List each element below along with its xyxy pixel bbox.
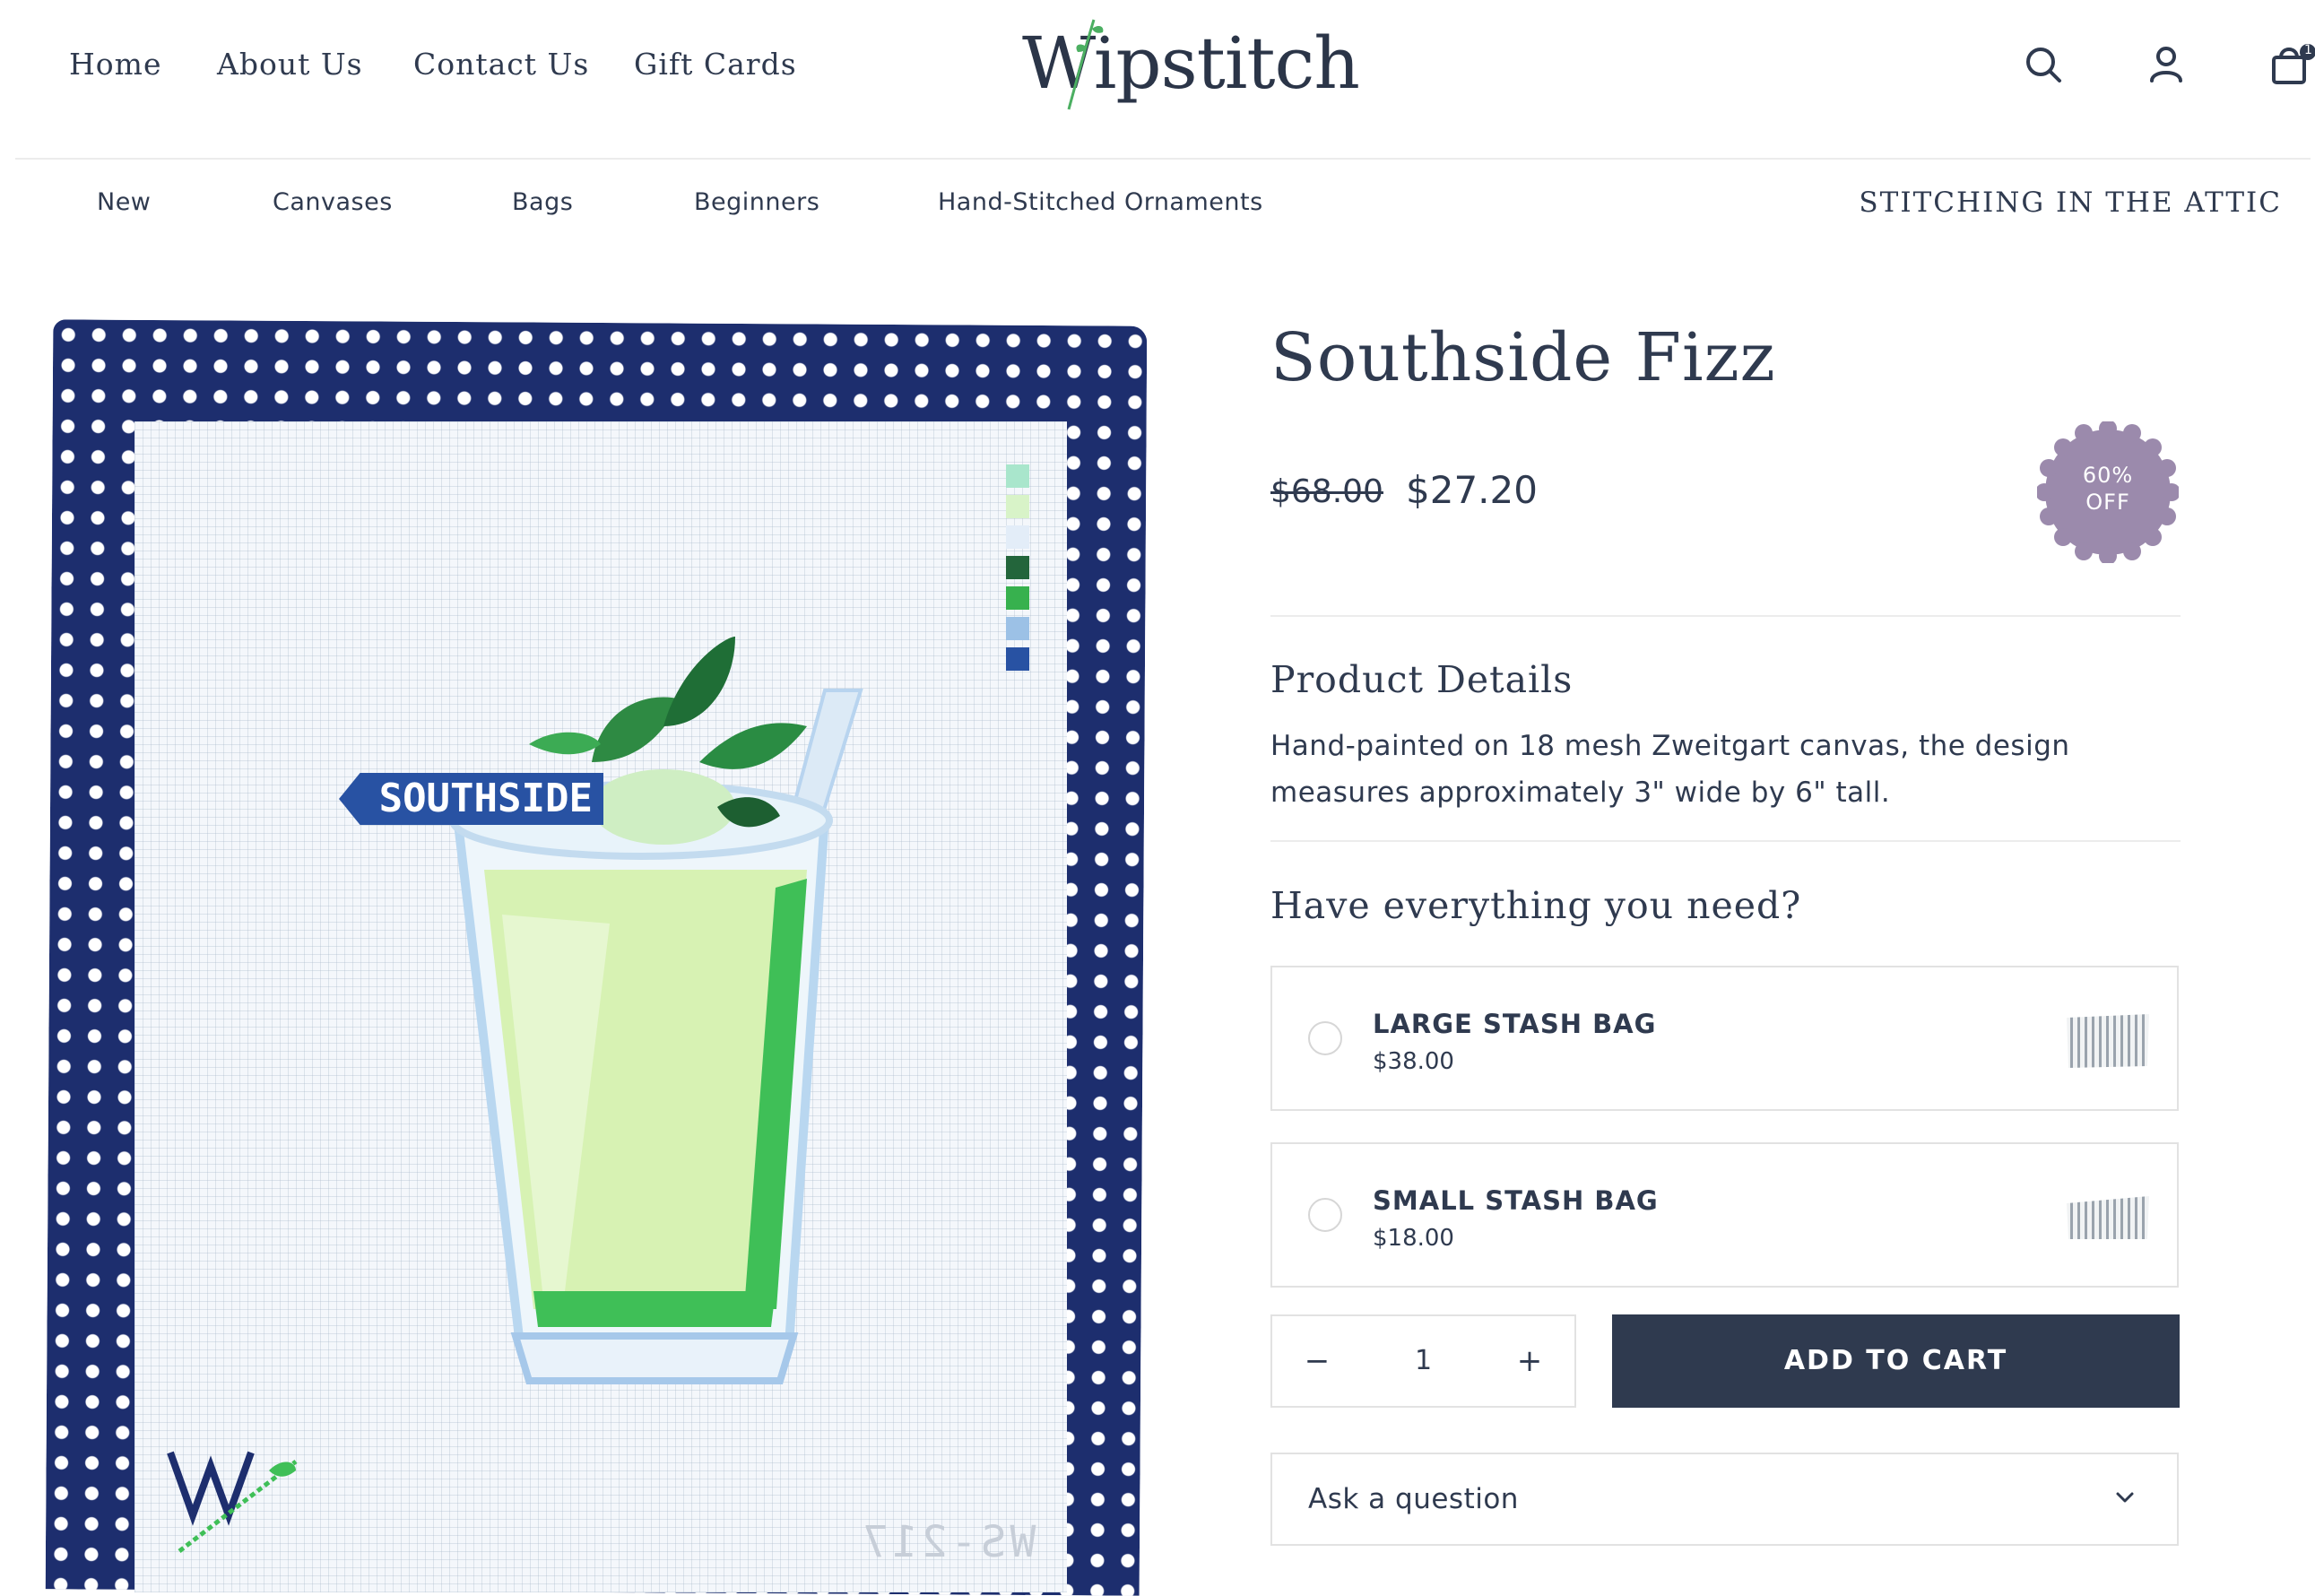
ws-monogram-icon	[167, 1451, 298, 1553]
large-stash-bag-thumbnail	[2067, 1014, 2149, 1068]
cart-count: 1	[2304, 43, 2312, 57]
quantity-increase-button[interactable]: +	[1485, 1316, 1574, 1406]
discount-off: OFF	[2085, 490, 2130, 515]
subnav-beginners[interactable]: Beginners	[694, 188, 819, 216]
discount-percent: 60%	[2082, 463, 2134, 488]
stitching-in-the-attic-link[interactable]: STITCHING IN THE ATTIC	[1859, 186, 2282, 219]
addon-radio[interactable]	[1308, 1021, 1342, 1055]
quantity-stepper: − 1 +	[1270, 1314, 1576, 1408]
divider	[1270, 840, 2181, 842]
color-key	[1006, 464, 1029, 671]
subnav-bags[interactable]: Bags	[512, 188, 573, 216]
subnav-canvases[interactable]: Canvases	[273, 188, 393, 216]
chevron-down-icon	[2116, 1492, 2134, 1503]
search-icon[interactable]	[2022, 43, 2065, 86]
nav-home[interactable]: Home	[69, 47, 161, 82]
small-stash-bag-thumbnail	[2067, 1196, 2149, 1239]
addon-price: $38.00	[1373, 1048, 1454, 1075]
divider	[1270, 615, 2181, 617]
addon-large-stash-bag[interactable]: LARGE STASH BAG $38.00	[1270, 966, 2179, 1111]
cocktail-illustration	[449, 637, 863, 1384]
quantity-input[interactable]: 1	[1362, 1316, 1485, 1406]
ask-a-question-label: Ask a question	[1308, 1483, 1519, 1515]
sale-price: $27.20	[1406, 468, 1538, 512]
account-icon[interactable]	[2145, 43, 2188, 86]
logo-sprig-icon	[1067, 19, 1104, 110]
southside-flag: SOUTHSIDE	[339, 773, 603, 825]
addon-small-stash-bag[interactable]: SMALL STASH BAG $18.00	[1270, 1142, 2179, 1288]
nav-contact-us[interactable]: Contact Us	[413, 47, 589, 82]
product-details-text: Hand-painted on 18 mesh Zweitgart canvas…	[1270, 730, 2070, 809]
subnav-hand-stitched-ornaments[interactable]: Hand-Stitched Ornaments	[938, 188, 1263, 216]
quantity-decrease-button[interactable]: −	[1272, 1316, 1362, 1406]
compare-at-price: $68.00	[1270, 473, 1383, 510]
addon-name: SMALL STASH BAG	[1373, 1185, 1659, 1216]
addon-radio[interactable]	[1308, 1198, 1342, 1232]
nav-about-us[interactable]: About Us	[217, 47, 363, 82]
upsell-heading: Have everything you need?	[1270, 884, 1802, 927]
canvas-code: WS-217	[859, 1517, 1036, 1567]
product-details-heading: Product Details	[1270, 658, 1574, 701]
add-to-cart-button[interactable]: ADD TO CART	[1612, 1314, 2180, 1408]
discount-badge-text: 60% OFF	[2037, 462, 2179, 516]
subnav-new[interactable]: New	[97, 188, 151, 216]
product-title: Southside Fizz	[1270, 319, 1776, 396]
addon-price: $18.00	[1373, 1225, 1454, 1252]
ask-a-question-accordion[interactable]: Ask a question	[1270, 1453, 2179, 1546]
nav-gift-cards[interactable]: Gift Cards	[634, 47, 797, 82]
southside-label: SOUTHSIDE	[378, 776, 593, 821]
addon-name: LARGE STASH BAG	[1373, 1009, 1657, 1039]
header-divider	[15, 158, 2311, 160]
